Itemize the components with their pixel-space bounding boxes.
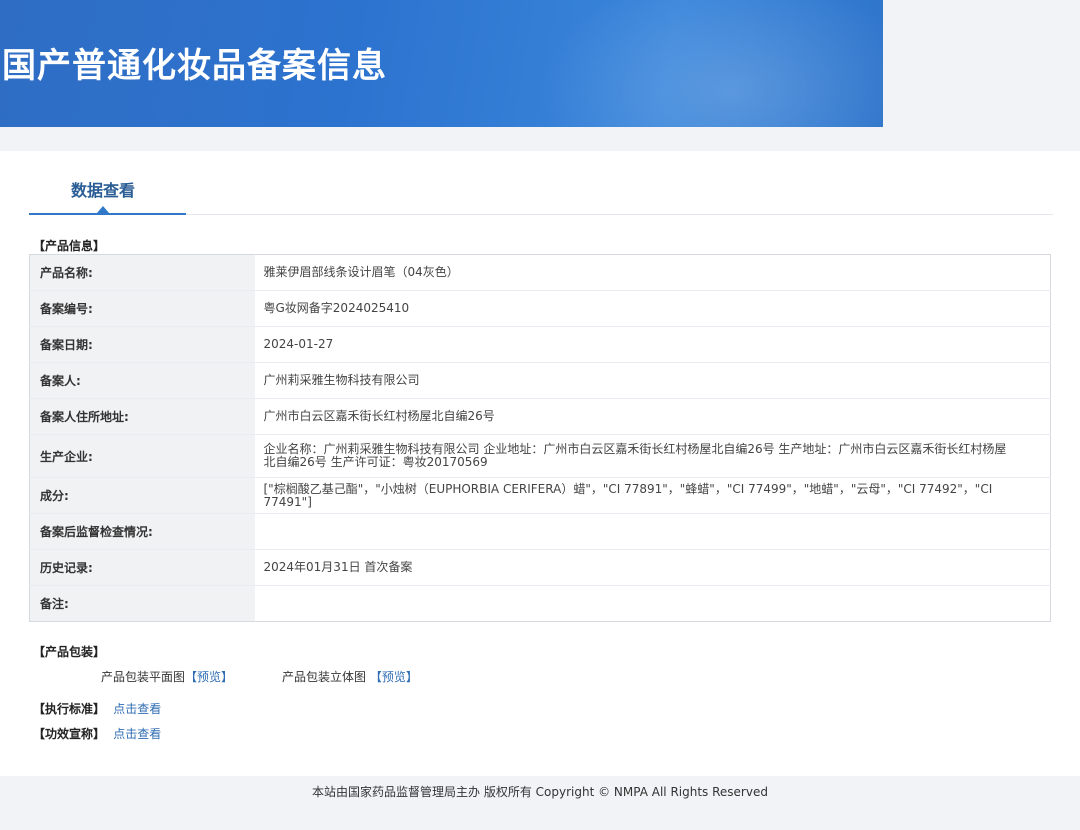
table-row: 生产企业: 企业名称：广州莉采雅生物科技有限公司 企业地址：广州市白云区嘉禾街长… — [29, 434, 1051, 478]
row-label: 备注: — [29, 585, 255, 622]
row-value: 2024-01-27 — [254, 326, 1051, 363]
main-content: 数据查看 【产品信息】 产品名称: 雅莱伊眉部线条设计眉笔（04灰色） 备案编号… — [0, 151, 1080, 776]
section-title-efficacy: 【功效宣称】 — [33, 727, 106, 741]
efficacy-row: 【功效宣称】 点击查看 — [33, 725, 161, 742]
caret-up-icon — [97, 206, 109, 213]
banner-spacer — [883, 0, 1080, 151]
efficacy-view-link[interactable]: 点击查看 — [113, 727, 161, 741]
section-title-packaging: 【产品包装】 — [33, 645, 106, 659]
package-solid-label: 产品包装立体图 — [282, 670, 367, 684]
row-value: 粤G妆网备字2024025410 — [254, 290, 1051, 327]
row-label: 产品名称: — [29, 254, 255, 291]
standard-view-link[interactable]: 点击查看 — [113, 702, 161, 716]
row-value: 广州市白云区嘉禾街长红村杨屋北自编26号 — [254, 398, 1051, 435]
package-flat-preview-link[interactable]: 【预览】 — [185, 670, 233, 684]
section-title-product-info: 【产品信息】 — [33, 239, 106, 253]
section-title-standard: 【执行标准】 — [33, 702, 106, 716]
row-value: 企业名称：广州莉采雅生物科技有限公司 企业地址：广州市白云区嘉禾街长红村杨屋北自… — [254, 434, 1051, 478]
row-label: 备案编号: — [29, 290, 255, 327]
package-solid-preview-link[interactable]: 【预览】 — [370, 670, 418, 684]
table-row: 备案人: 广州莉采雅生物科技有限公司 — [29, 362, 1051, 399]
row-label: 备案人: — [29, 362, 255, 399]
package-flat-label: 产品包装平面图 — [101, 670, 186, 684]
tab-data-view-label: 数据查看 — [71, 181, 136, 200]
row-label: 备案后监督检查情况: — [29, 513, 255, 550]
row-label: 备案日期: — [29, 326, 255, 363]
product-info-table: 产品名称: 雅莱伊眉部线条设计眉笔（04灰色） 备案编号: 粤G妆网备字2024… — [29, 254, 1051, 622]
standard-row: 【执行标准】 点击查看 — [33, 700, 161, 717]
row-value: ["棕榈酸乙基己酯"，"小烛树（EUPHORBIA CERIFERA）蜡"，"C… — [254, 477, 1051, 514]
footer: 本站由国家药品监督管理局主办 版权所有 Copyright © NMPA All… — [0, 776, 1080, 830]
page-title: 国产普通化妆品备案信息 — [2, 46, 387, 86]
package-flat-view: 产品包装平面图【预览】 — [101, 668, 233, 685]
table-row: 备案编号: 粤G妆网备字2024025410 — [29, 290, 1051, 327]
table-row: 备案日期: 2024-01-27 — [29, 326, 1051, 363]
row-label: 成分: — [29, 477, 255, 514]
table-row: 备注: — [29, 585, 1051, 622]
table-row: 备案后监督检查情况: — [29, 513, 1051, 550]
table-row: 成分: ["棕榈酸乙基己酯"，"小烛树（EUPHORBIA CERIFERA）蜡… — [29, 477, 1051, 514]
row-label: 历史记录: — [29, 549, 255, 586]
row-value: 2024年01月31日 首次备案 — [254, 549, 1051, 586]
header-banner: 国产普通化妆品备案信息 — [0, 0, 883, 127]
table-row: 产品名称: 雅莱伊眉部线条设计眉笔（04灰色） — [29, 254, 1051, 291]
tab-data-view[interactable]: 数据查看 — [29, 151, 186, 215]
row-value: 广州莉采雅生物科技有限公司 — [254, 362, 1051, 399]
row-label: 生产企业: — [29, 434, 255, 478]
row-value — [255, 586, 1051, 622]
row-value: 雅莱伊眉部线条设计眉笔（04灰色） — [254, 254, 1051, 291]
table-row: 历史记录: 2024年01月31日 首次备案 — [29, 549, 1051, 586]
footer-copyright: 本站由国家药品监督管理局主办 版权所有 Copyright © NMPA All… — [312, 785, 768, 799]
row-label: 备案人住所地址: — [29, 398, 255, 435]
table-row: 备案人住所地址: 广州市白云区嘉禾街长红村杨屋北自编26号 — [29, 398, 1051, 435]
row-value — [254, 513, 1051, 550]
tab-bar: 数据查看 — [29, 151, 1053, 215]
package-solid-view: 产品包装立体图 【预览】 — [282, 668, 418, 685]
